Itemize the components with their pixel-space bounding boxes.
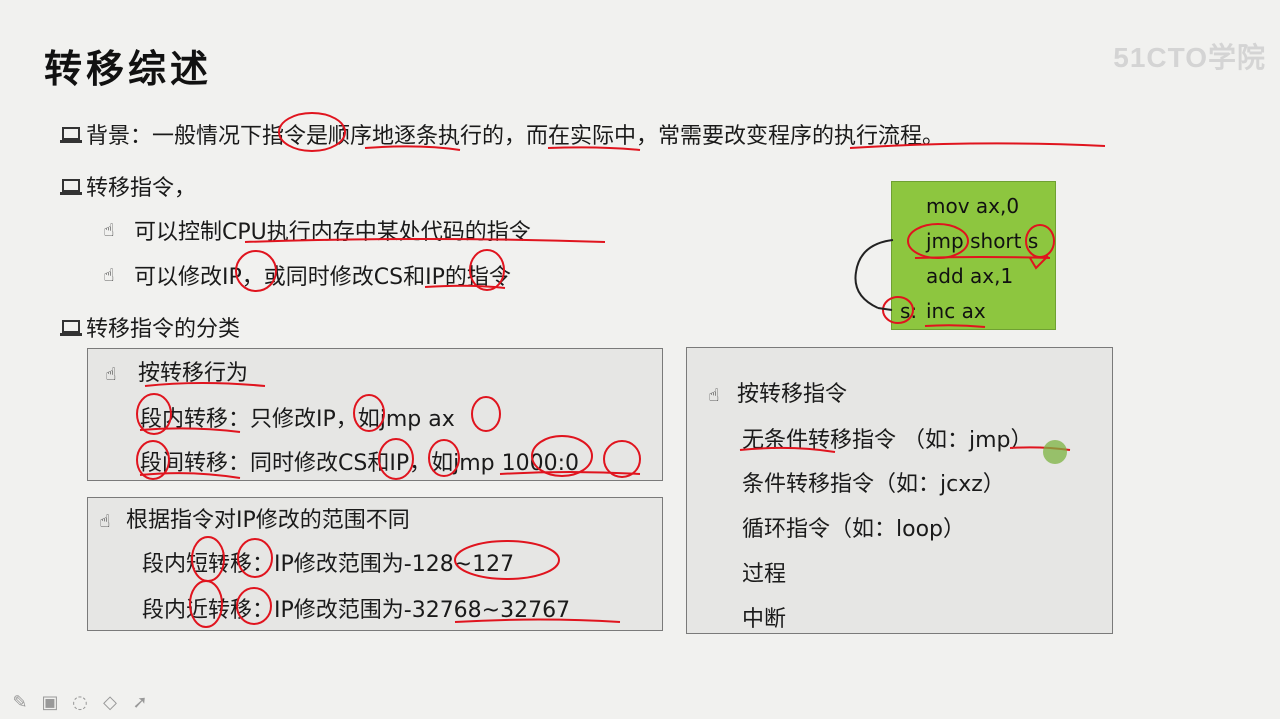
laptop-icon — [60, 178, 82, 195]
bullet-classify-text: 转移指令的分类 — [86, 317, 241, 342]
pen-icon[interactable]: ✎ — [10, 692, 30, 713]
laptop-icon — [60, 126, 82, 143]
bullet-background-text: 背景：一般情况下指令是顺序地逐条执行的，而在实际中，常需要改变程序的执行流程。 — [86, 124, 945, 149]
box-instr-item-4: 过程 — [742, 562, 787, 587]
box-instr-item-2: 条件转移指令（如：jcxz） — [742, 472, 1005, 497]
sub-bullet-1: ☝ 可以控制CPU执行内存中某处代码的指令 — [96, 214, 531, 246]
code-label-s: s: — [900, 299, 918, 323]
box-range-item-1: 段内短转移：IP修改范围为-128~127 — [142, 552, 515, 577]
box-instr-item-5: 中断 — [742, 607, 787, 632]
box-behavior-item-1: 段内转移：只修改IP，如jmp ax — [140, 407, 455, 432]
sub-bullet-2: ☝ 可以修改IP，或同时修改CS和IP的指令 — [96, 259, 511, 291]
box-instr-item-3: 循环指令（如：loop） — [742, 517, 965, 542]
box-range-heading: ☝ 根据指令对IP修改的范围不同 — [92, 502, 410, 534]
hand-pointer-icon: ☝ — [103, 219, 115, 241]
sub-bullet-2-text: 可以修改IP，或同时修改CS和IP的指令 — [134, 265, 511, 290]
code-line-1: mov ax,0 — [926, 194, 1020, 218]
box-instr-heading: ☝ 按转移指令 — [701, 376, 848, 408]
sub-bullet-1-text: 可以控制CPU执行内存中某处代码的指令 — [134, 220, 531, 245]
annotation-toolbar: ✎ ▣ ◌ ◇ ➚ — [10, 692, 150, 713]
highlighter-icon[interactable]: ◌ — [70, 692, 90, 713]
hand-pointer-icon: ☝ — [103, 264, 115, 286]
laptop-icon — [60, 319, 82, 336]
box-instr-item-1: 无条件转移指令 （如：jmp） — [742, 428, 1033, 453]
page-title: 转移综述 — [44, 46, 213, 91]
box-behavior-item-2: 段间转移：同时修改CS和IP，如jmp 1000:0 — [140, 451, 579, 476]
hand-pointer-icon: ☝ — [105, 364, 117, 385]
watermark-logo: 51CTO学院 — [1113, 42, 1266, 73]
screen-icon[interactable]: ▣ — [40, 692, 60, 713]
box-by-range: ☝ 根据指令对IP修改的范围不同 段内短转移：IP修改范围为-128~127 段内… — [87, 497, 663, 631]
box-behavior-heading: ☝ 按转移行为 — [98, 355, 249, 387]
eraser-icon[interactable]: ◇ — [100, 692, 120, 713]
box-by-instruction: ☝ 按转移指令 无条件转移指令 （如：jmp） 条件转移指令（如：jcxz） 循环… — [686, 347, 1113, 634]
pointer-icon[interactable]: ➚ — [130, 692, 150, 713]
code-example-box: mov ax,0 jmp short s add ax,1 inc ax s: — [891, 181, 1056, 330]
bullet-classify: 转移指令的分类 — [60, 311, 241, 343]
bullet-background: 背景：一般情况下指令是顺序地逐条执行的，而在实际中，常需要改变程序的执行流程。 — [60, 118, 945, 150]
code-line-2: jmp short s — [926, 229, 1039, 253]
box-by-behavior: ☝ 按转移行为 段内转移：只修改IP，如jmp ax 段间转移：同时修改CS和IP… — [87, 348, 663, 481]
code-line-3: add ax,1 — [926, 264, 1014, 288]
hand-pointer-icon: ☝ — [99, 511, 111, 532]
hand-pointer-icon: ☝ — [708, 385, 720, 406]
bullet-transfer: 转移指令， — [60, 170, 197, 202]
code-line-4: inc ax — [926, 299, 986, 323]
bullet-transfer-text: 转移指令， — [86, 176, 197, 201]
box-range-item-2: 段内近转移：IP修改范围为-32768~32767 — [142, 598, 571, 623]
